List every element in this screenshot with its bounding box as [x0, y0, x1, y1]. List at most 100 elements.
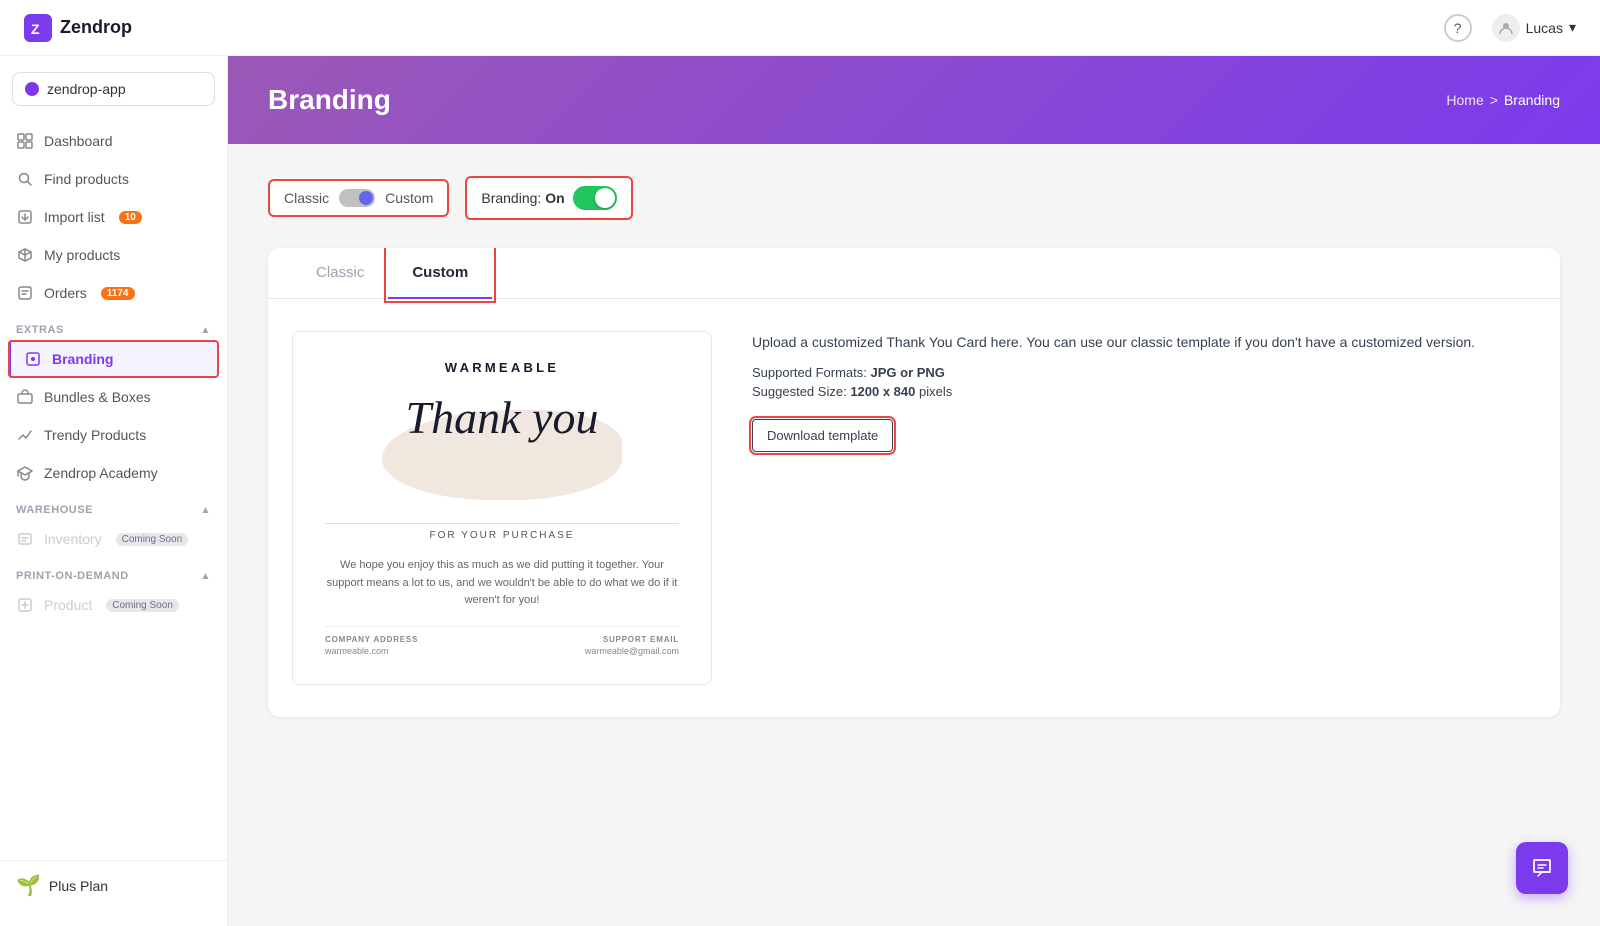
upload-formats: Supported Formats: JPG or PNG [752, 365, 1536, 380]
sidebar-label-dashboard: Dashboard [44, 133, 113, 149]
branding-card: Classic Custom WARMEABLE Thank you [268, 248, 1560, 717]
ty-brand-name: WARMEABLE [325, 360, 679, 375]
plus-plan[interactable]: 🌱 Plus Plan [0, 860, 227, 910]
page-title: Branding [268, 84, 391, 116]
sidebar-item-academy[interactable]: Zendrop Academy [0, 454, 227, 492]
user-avatar [1492, 14, 1520, 42]
dashboard-icon [16, 132, 34, 150]
product-icon [16, 596, 34, 614]
plus-plan-icon: 🌱 [16, 873, 41, 898]
branding-toggle-switch[interactable] [573, 186, 617, 210]
sidebar-label-find-products: Find products [44, 171, 129, 187]
sidebar-item-my-products[interactable]: My products [0, 236, 227, 274]
branding-icon [24, 350, 42, 368]
ty-thank-text: Thank you [406, 392, 599, 443]
sidebar-label-orders: Orders [44, 285, 87, 301]
classic-custom-switch[interactable] [339, 189, 375, 207]
toggle-row: Classic Custom Branding: On [268, 176, 1560, 220]
import-icon [16, 208, 34, 226]
breadcrumb-current: Branding [1504, 92, 1560, 108]
classic-custom-toggle[interactable]: Classic Custom [268, 179, 449, 217]
sidebar-label-my-products: My products [44, 247, 120, 263]
sidebar: zendrop-app Dashboard Find products Impo… [0, 56, 228, 926]
zendrop-logo-icon: Z [24, 14, 52, 42]
upload-info: Upload a customized Thank You Card here.… [752, 331, 1536, 452]
orders-badge: 1174 [101, 287, 135, 300]
sidebar-label-import-list: Import list [44, 209, 105, 225]
warehouse-section: WAREHOUSE ▲ [0, 492, 227, 520]
breadcrumb-home[interactable]: Home [1446, 92, 1483, 108]
content-area: Branding Home > Branding Classic Custom … [228, 56, 1600, 926]
thank-you-preview: WARMEABLE Thank you FOR YOUR PURCHASE We… [292, 331, 712, 685]
branding-toggle-label: Branding: On [481, 190, 564, 206]
app-name: zendrop-app [47, 81, 126, 97]
top-navbar: Z Zendrop ? Lucas ▾ [0, 0, 1600, 56]
product-coming-soon-badge: Coming Soon [106, 599, 179, 612]
inventory-icon [16, 530, 34, 548]
ty-cursive-area: Thank you [352, 395, 652, 515]
logo: Z Zendrop [24, 14, 132, 42]
tab-custom[interactable]: Custom [388, 248, 492, 299]
sidebar-item-find-products[interactable]: Find products [0, 160, 227, 198]
sidebar-label-academy: Zendrop Academy [44, 465, 158, 481]
warehouse-toggle[interactable]: ▲ [201, 505, 211, 516]
sidebar-label-bundles: Bundles & Boxes [44, 389, 151, 405]
bundles-icon [16, 388, 34, 406]
pod-section: PRINT-ON-DEMAND ▲ [0, 558, 227, 586]
tab-classic[interactable]: Classic [292, 248, 388, 299]
help-button[interactable]: ? [1444, 14, 1472, 42]
chat-fab-button[interactable] [1516, 842, 1568, 894]
box-icon [16, 246, 34, 264]
pod-toggle[interactable]: ▲ [201, 571, 211, 582]
ty-subtitle: FOR YOUR PURCHASE [325, 523, 679, 541]
app-selector[interactable]: zendrop-app [12, 72, 215, 106]
sidebar-label-product: Product [44, 597, 92, 613]
branding-on-text: On [545, 190, 564, 206]
orders-icon [16, 284, 34, 302]
custom-label: Custom [385, 190, 433, 206]
user-chevron: ▾ [1569, 19, 1576, 36]
app-dot [25, 82, 39, 96]
main-layout: zendrop-app Dashboard Find products Impo… [0, 56, 1600, 926]
sidebar-item-inventory[interactable]: Inventory Coming Soon [0, 520, 227, 558]
user-name: Lucas [1526, 20, 1563, 36]
sidebar-item-import-list[interactable]: Import list 10 [0, 198, 227, 236]
sidebar-item-branding[interactable]: Branding [8, 340, 219, 378]
extras-section: EXTRAS ▲ [0, 312, 227, 340]
sidebar-item-bundles[interactable]: Bundles & Boxes [0, 378, 227, 416]
user-menu[interactable]: Lucas ▾ [1492, 14, 1576, 42]
chat-icon [1530, 856, 1554, 880]
sidebar-label-branding: Branding [52, 351, 113, 367]
download-template-button[interactable]: Download template [752, 419, 893, 452]
sidebar-item-trendy[interactable]: Trendy Products [0, 416, 227, 454]
top-nav-right: ? Lucas ▾ [1444, 14, 1576, 42]
ty-body-text: We hope you enjoy this as much as we did… [325, 557, 679, 610]
search-icon [16, 170, 34, 188]
sidebar-item-dashboard[interactable]: Dashboard [0, 122, 227, 160]
page-body: Classic Custom Branding: On Clas [228, 144, 1600, 926]
breadcrumb: Home > Branding [1446, 92, 1560, 108]
academy-icon [16, 464, 34, 482]
inventory-coming-soon-badge: Coming Soon [116, 533, 189, 546]
tabs-row: Classic Custom [268, 248, 1560, 299]
plus-plan-label: Plus Plan [49, 878, 108, 894]
classic-label: Classic [284, 190, 329, 206]
ty-email-col: SUPPORT EMAIL warmeable@gmail.com [585, 635, 679, 656]
breadcrumb-sep: > [1490, 92, 1498, 108]
upload-description: Upload a customized Thank You Card here.… [752, 331, 1536, 353]
trendy-icon [16, 426, 34, 444]
card-content: WARMEABLE Thank you FOR YOUR PURCHASE We… [268, 299, 1560, 717]
extras-toggle[interactable]: ▲ [201, 325, 211, 336]
page-header: Branding Home > Branding [228, 56, 1600, 144]
upload-size: Suggested Size: 1200 x 840 pixels [752, 384, 1536, 399]
ty-you-text: you [532, 392, 598, 443]
ty-footer: COMPANY ADDRESS warmeable.com SUPPORT EM… [325, 626, 679, 656]
sidebar-item-orders[interactable]: Orders 1174 [0, 274, 227, 312]
import-badge: 10 [119, 211, 142, 224]
ty-company-col: COMPANY ADDRESS warmeable.com [325, 635, 418, 656]
branding-toggle-box[interactable]: Branding: On [465, 176, 632, 220]
logo-text: Zendrop [60, 17, 132, 38]
svg-text:Z: Z [31, 21, 40, 37]
sidebar-item-product[interactable]: Product Coming Soon [0, 586, 227, 624]
sidebar-label-inventory: Inventory [44, 531, 102, 547]
